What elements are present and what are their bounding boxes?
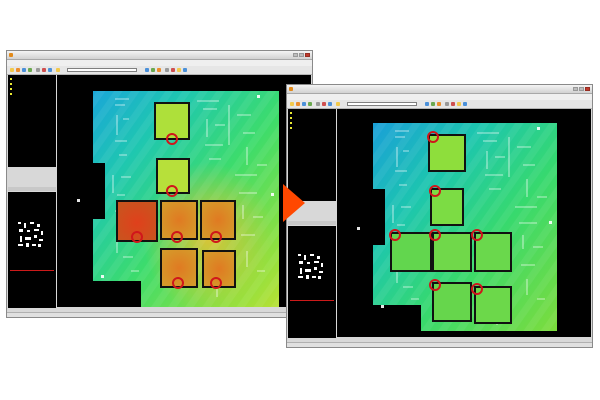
thermal-canvas[interactable] [337,109,591,337]
package-top [428,134,466,172]
thermal-map [357,123,557,331]
toolbar-icon[interactable] [425,102,429,106]
package-mid [430,188,464,226]
view-select[interactable] [347,102,417,106]
toolbar-icon[interactable] [296,102,300,106]
view-select[interactable] [67,68,137,72]
toolbar-icon[interactable] [151,68,155,72]
package-mid [156,158,190,194]
toolbar-icon[interactable] [177,68,181,72]
toolbar-icon[interactable] [42,68,46,72]
toolbar-icon[interactable] [336,102,340,106]
title-bar [7,51,312,60]
package [202,250,236,288]
toolbar-icon[interactable] [56,68,60,72]
layer-item[interactable] [290,117,294,120]
toolbar-icon[interactable] [165,68,169,72]
window-controls [573,87,590,91]
package-hot [116,200,158,242]
toolbar-icon[interactable] [48,68,52,72]
maximize-button[interactable] [299,53,304,57]
toolbar-icon[interactable] [308,102,312,106]
overview-thumbnail[interactable] [288,226,336,338]
maximize-button[interactable] [579,87,584,91]
toolbar-icon[interactable] [28,68,32,72]
toolbar-icon[interactable] [171,68,175,72]
toolbar-icon[interactable] [451,102,455,106]
viewport-marker [10,270,54,271]
layer-item[interactable] [10,88,14,91]
toolbar-icon[interactable] [437,102,441,106]
app-icon [289,87,293,91]
viewport-marker [290,300,334,301]
status-bar [7,312,312,317]
layer-item[interactable] [290,127,294,130]
window-controls [293,53,310,57]
toolbar-icon[interactable] [16,68,20,72]
board-thumbnail [18,222,43,247]
close-button[interactable] [585,87,590,91]
minimize-button[interactable] [573,87,578,91]
minimize-button[interactable] [293,53,298,57]
toolbar-icon[interactable] [157,68,161,72]
title-bar [287,85,592,94]
status-bar [287,342,592,347]
overview-thumbnail[interactable] [8,192,56,308]
toolbar-icon[interactable] [431,102,435,106]
layer-item[interactable] [10,83,14,86]
toolbar-icon[interactable] [457,102,461,106]
toolbar-icon[interactable] [316,102,320,106]
toolbar-icon[interactable] [36,68,40,72]
app-window-before [6,50,313,318]
layer-item[interactable] [10,93,14,96]
app-icon [9,53,13,57]
panel-header [8,187,56,191]
toolbar-icon[interactable] [463,102,467,106]
arrow-right-icon [283,184,305,222]
toolbar-icon[interactable] [322,102,326,106]
thermal-map [77,91,279,307]
layer-item[interactable] [290,112,294,115]
toolbar-icon[interactable] [10,68,14,72]
toolbar [287,100,592,109]
toolbar-icon[interactable] [145,68,149,72]
close-button[interactable] [305,53,310,57]
thermal-canvas[interactable] [57,75,311,307]
toolbar-icon[interactable] [22,68,26,72]
layer-item[interactable] [10,78,14,81]
toolbar-icon[interactable] [183,68,187,72]
toolbar-icon[interactable] [302,102,306,106]
layer-item[interactable] [290,122,294,125]
layer-tree [8,75,56,167]
app-window-after [286,84,593,348]
toolbar-icon[interactable] [445,102,449,106]
package [160,248,198,288]
board-thumbnail [298,254,323,279]
toolbar [7,66,312,75]
toolbar-icon[interactable] [328,102,332,106]
toolbar-icon[interactable] [290,102,294,106]
